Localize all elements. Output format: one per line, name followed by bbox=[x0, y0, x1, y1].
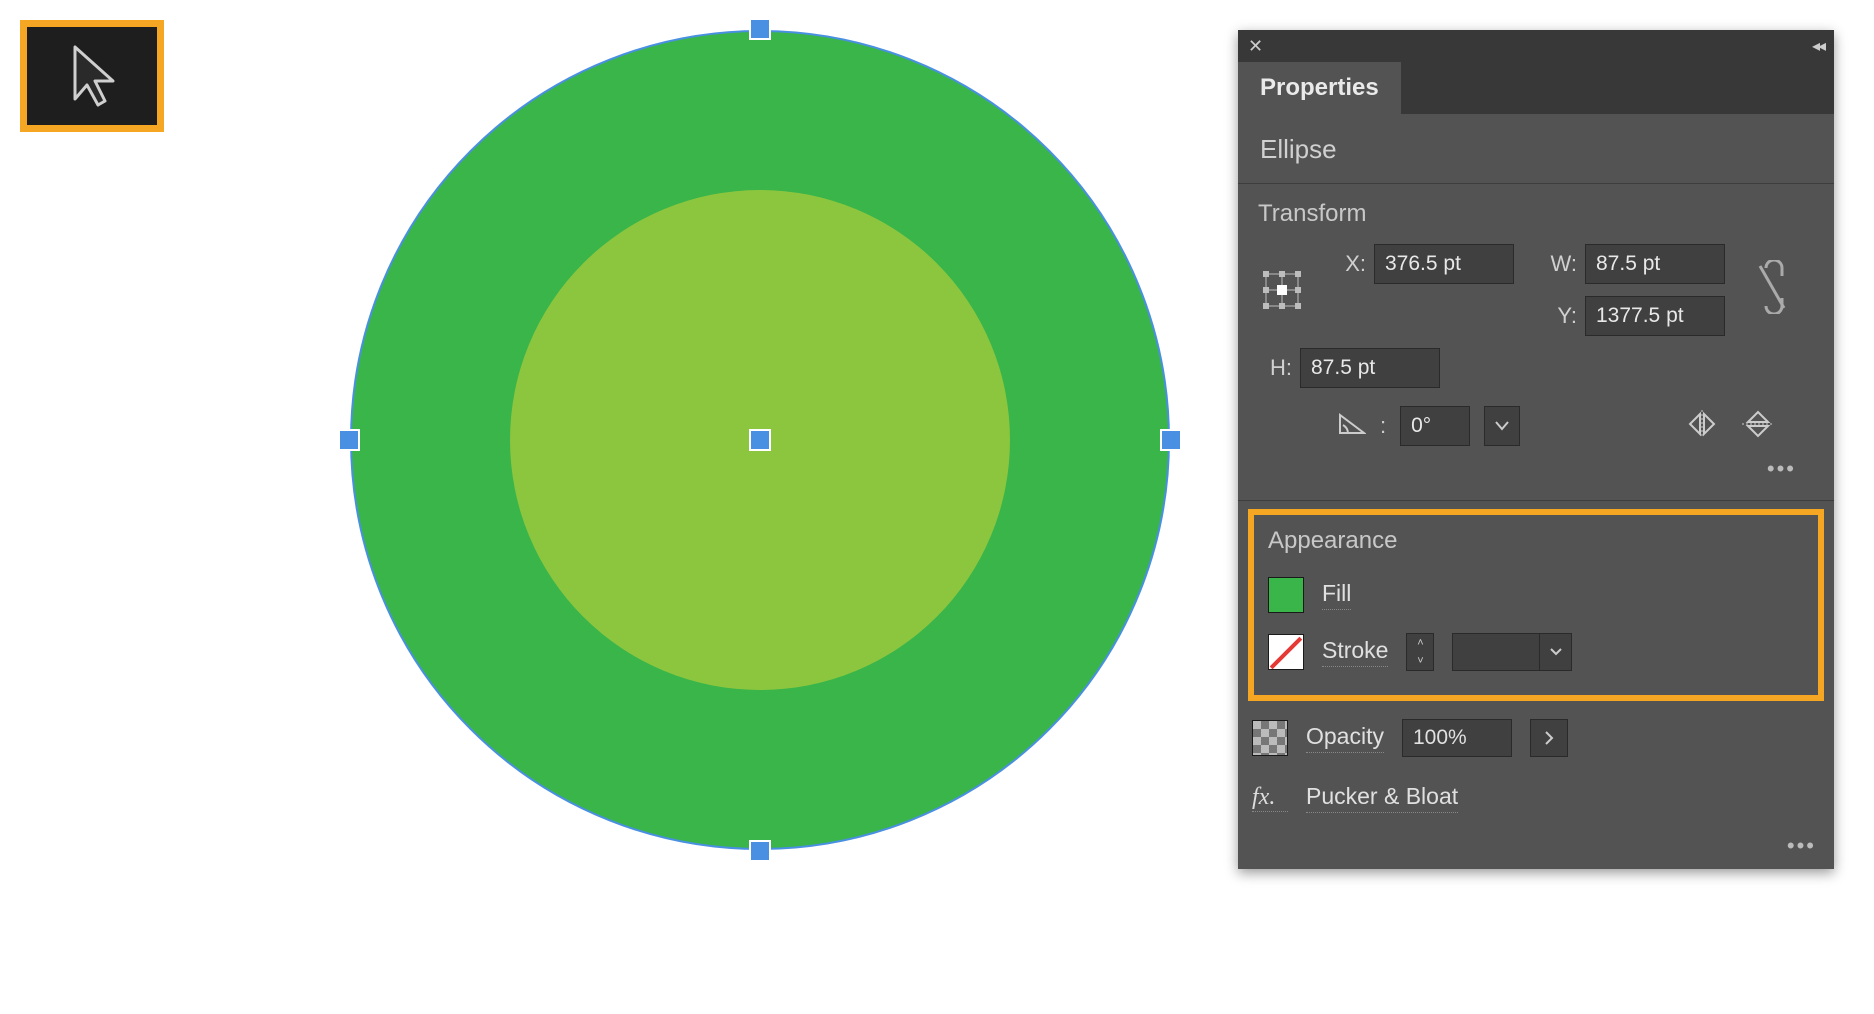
object-type-label: Ellipse bbox=[1238, 114, 1834, 184]
selection-handle-top[interactable] bbox=[749, 18, 771, 40]
x-label: X: bbox=[1332, 251, 1366, 277]
fx-icon[interactable]: fx. bbox=[1252, 784, 1288, 812]
effect-row: fx. Pucker & Bloat bbox=[1238, 771, 1834, 831]
transform-more-icon[interactable]: ••• bbox=[1258, 454, 1814, 492]
h-input[interactable] bbox=[1300, 348, 1440, 388]
appearance-highlight: Appearance Fill Stroke ˄ ˅ bbox=[1248, 509, 1824, 701]
chevron-down-icon[interactable] bbox=[1539, 634, 1571, 670]
flip-vertical-icon[interactable] bbox=[1742, 410, 1774, 442]
selection-handle-bottom[interactable] bbox=[749, 840, 771, 862]
panel-tabs: Properties bbox=[1238, 62, 1834, 114]
selection-tool-highlight[interactable] bbox=[20, 20, 164, 132]
stroke-label[interactable]: Stroke bbox=[1322, 637, 1388, 667]
opacity-expand-icon[interactable] bbox=[1530, 719, 1568, 757]
transform-section: Transform X: bbox=[1238, 184, 1834, 500]
collapse-icon[interactable]: ◂◂ bbox=[1812, 36, 1824, 56]
appearance-more-icon[interactable]: ••• bbox=[1238, 831, 1834, 869]
stepper-up-icon[interactable]: ˄ bbox=[1407, 634, 1433, 652]
x-input[interactable] bbox=[1374, 244, 1514, 284]
h-label: H: bbox=[1258, 355, 1292, 381]
w-label: W: bbox=[1543, 251, 1577, 277]
fill-swatch[interactable] bbox=[1268, 577, 1304, 613]
flip-horizontal-icon[interactable] bbox=[1686, 410, 1718, 442]
selection-tool-icon bbox=[65, 41, 119, 111]
transform-title: Transform bbox=[1258, 200, 1814, 228]
panel-header: ✕ ◂◂ bbox=[1238, 30, 1834, 62]
reference-point-icon[interactable] bbox=[1258, 266, 1306, 314]
section-divider bbox=[1238, 500, 1834, 501]
stepper-down-icon[interactable]: ˅ bbox=[1407, 652, 1433, 670]
appearance-title: Appearance bbox=[1264, 527, 1808, 555]
properties-panel: ✕ ◂◂ Properties Ellipse Transform bbox=[1238, 30, 1834, 869]
fill-row: Fill bbox=[1264, 567, 1808, 623]
stroke-row: Stroke ˄ ˅ bbox=[1264, 623, 1808, 681]
opacity-swatch-icon[interactable] bbox=[1252, 720, 1288, 756]
rotate-dropdown[interactable] bbox=[1484, 406, 1520, 446]
w-input[interactable] bbox=[1585, 244, 1725, 284]
link-wh-icon[interactable] bbox=[1754, 260, 1814, 320]
effect-label[interactable]: Pucker & Bloat bbox=[1306, 783, 1458, 813]
stroke-weight-field[interactable] bbox=[1452, 633, 1572, 671]
y-input[interactable] bbox=[1585, 296, 1725, 336]
opacity-row: Opacity 100% bbox=[1238, 705, 1834, 771]
canvas[interactable] bbox=[350, 30, 1170, 850]
stroke-swatch-none[interactable] bbox=[1268, 634, 1304, 670]
opacity-value[interactable]: 100% bbox=[1402, 719, 1512, 757]
fill-label[interactable]: Fill bbox=[1322, 580, 1351, 610]
tab-properties[interactable]: Properties bbox=[1238, 62, 1401, 114]
y-label: Y: bbox=[1543, 303, 1577, 329]
selection-handle-left[interactable] bbox=[338, 429, 360, 451]
rotate-colon: : bbox=[1380, 413, 1386, 439]
rotate-input[interactable] bbox=[1400, 406, 1470, 446]
close-icon[interactable]: ✕ bbox=[1248, 36, 1263, 57]
selection-handle-right[interactable] bbox=[1160, 429, 1182, 451]
stroke-weight-stepper[interactable]: ˄ ˅ bbox=[1406, 633, 1434, 671]
angle-icon bbox=[1332, 411, 1366, 441]
selection-handle-center[interactable] bbox=[749, 429, 771, 451]
opacity-label[interactable]: Opacity bbox=[1306, 723, 1384, 753]
